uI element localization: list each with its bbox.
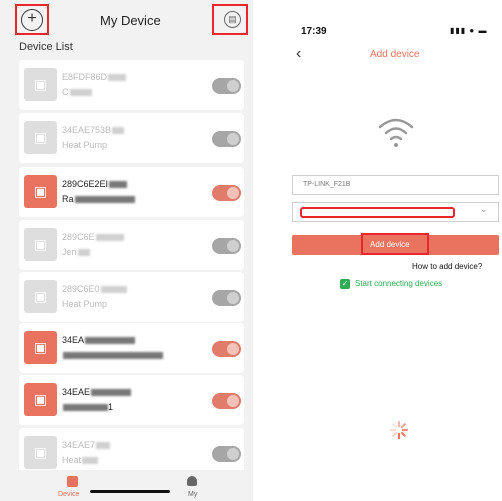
home-indicator [90, 490, 170, 493]
power-toggle[interactable] [212, 446, 241, 462]
device-id: 34EAE753B [62, 125, 112, 135]
device-name: 1 [108, 402, 114, 412]
device-icon: ▣ [24, 436, 57, 469]
device-id: 34EA [62, 335, 85, 345]
page-title: My Device [100, 13, 161, 28]
device-name: Heat [62, 455, 82, 465]
device-icon: ▣ [24, 228, 57, 261]
device-name: Jen [62, 247, 77, 257]
device-card[interactable]: ▣ 34EAE 1 [19, 375, 244, 425]
highlight-box-password [300, 207, 455, 218]
device-card[interactable]: ▣ 289C6E2EI Ra [19, 167, 244, 217]
power-toggle[interactable] [212, 341, 241, 357]
highlight-box-add [15, 4, 49, 35]
power-toggle[interactable] [212, 393, 241, 409]
back-icon[interactable]: ‹ [296, 45, 301, 63]
device-name: C [62, 87, 69, 97]
device-id: 289C6E0 [62, 284, 100, 294]
highlight-box-message [212, 4, 248, 35]
tab-device[interactable]: Device [58, 491, 79, 498]
power-toggle[interactable] [212, 131, 241, 147]
ssid-field[interactable]: TP-LINK_F21B [292, 175, 499, 195]
device-name: Heat Pump [62, 299, 108, 309]
device-icon: ▣ [24, 331, 57, 364]
device-card[interactable]: ▣ 289C6E0 Heat Pump [19, 272, 244, 322]
power-toggle[interactable] [212, 185, 241, 201]
checkbox-icon[interactable]: ✓ [340, 279, 350, 289]
device-id: 289C6E2EI [62, 179, 109, 189]
loading-spinner-icon [389, 420, 409, 440]
device-icon: ▣ [24, 121, 57, 154]
device-card[interactable]: ▣ 34EAE753B Heat Pump [19, 113, 244, 163]
device-id: E8FDF86D [62, 72, 108, 82]
device-name: Heat Pump [62, 140, 108, 150]
page-title: Add device [370, 49, 420, 60]
chevron-down-icon[interactable]: ⌄ [480, 204, 488, 215]
start-connecting-label[interactable]: Start connecting devices [355, 279, 442, 288]
device-icon: ▣ [24, 68, 57, 101]
device-name: Ra [62, 194, 74, 204]
device-icon: ▣ [24, 175, 57, 208]
device-tab-icon[interactable] [67, 476, 78, 487]
power-toggle[interactable] [212, 290, 241, 306]
device-card[interactable]: ▣ 34EA [19, 323, 244, 373]
wifi-icon [378, 118, 414, 147]
person-icon[interactable] [187, 476, 197, 486]
how-to-add-link[interactable]: How to add device? [412, 262, 482, 271]
power-toggle[interactable] [212, 78, 241, 94]
device-list-label: Device List [19, 41, 73, 53]
device-card[interactable]: ▣ 289C6E Jen [19, 220, 244, 270]
power-toggle[interactable] [212, 238, 241, 254]
device-list-screen: + My Device ▤ Device List ▣ E8FDF86D C ▣… [0, 0, 253, 501]
highlight-box-add-device [361, 233, 429, 255]
device-icon: ▣ [24, 383, 57, 416]
tab-my[interactable]: My [188, 491, 197, 498]
device-id: 34EAE [62, 387, 91, 397]
tab-bar [0, 470, 253, 501]
device-id: 289C6E [62, 232, 95, 242]
device-id: 34EAE7 [62, 440, 96, 450]
status-time: 17:39 [301, 26, 327, 37]
device-icon: ▣ [24, 280, 57, 313]
device-card[interactable]: ▣ E8FDF86D C [19, 60, 244, 110]
signal-wifi-battery-icon: ▮▮▮ ● ▬ [450, 26, 488, 35]
